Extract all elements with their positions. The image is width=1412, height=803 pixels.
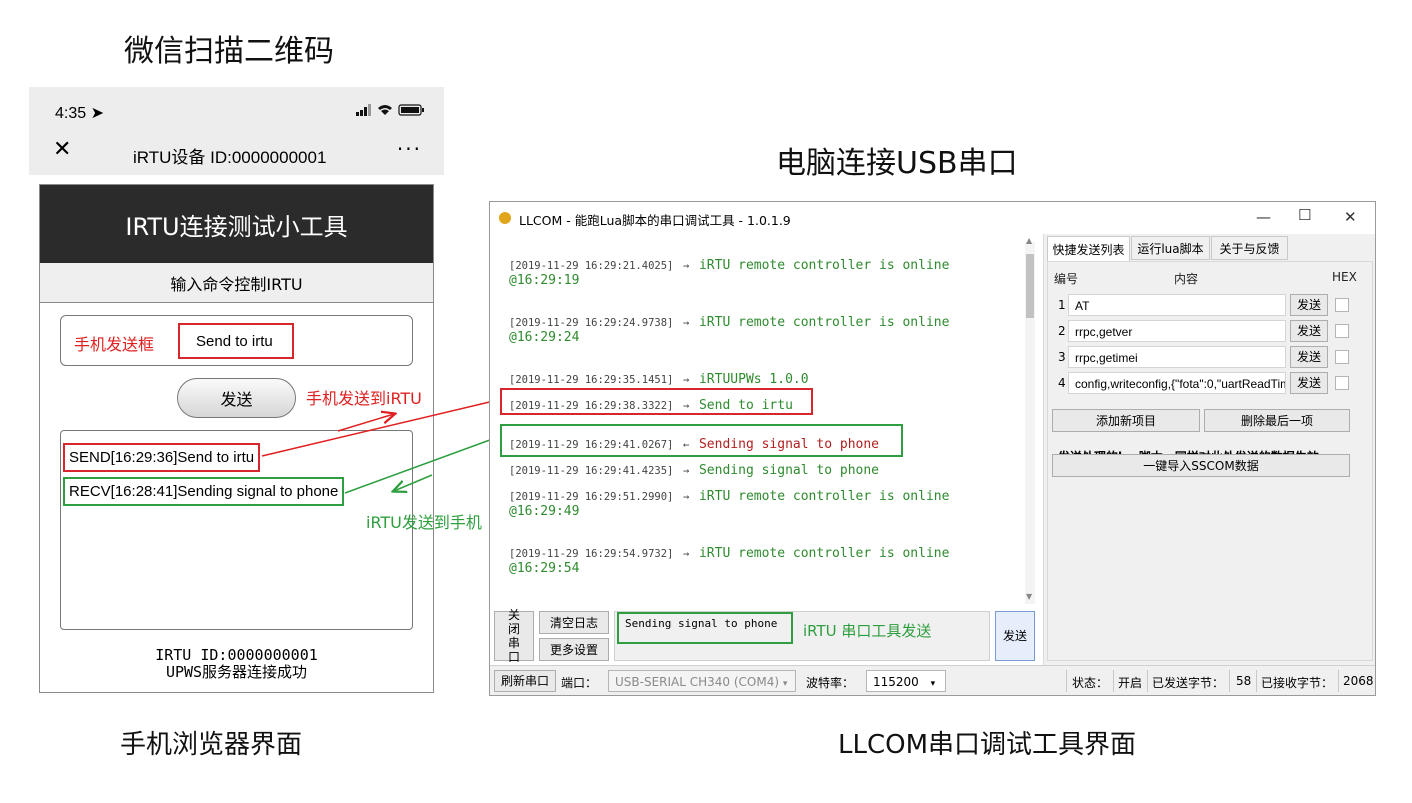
serial-log-line: [2019-11-29 16:29:21.4025] → iRTU remote… [509,254,949,288]
log-message: iRTU remote controller is online [698,489,950,504]
log-message: iRTU remote controller is online [698,315,950,330]
llcom-window: LLCOM - 能跑Lua脚本的串口调试工具 - 1.0.1.9 — ☐ ✕ [… [489,201,1376,696]
serial-log-area: [2019-11-29 16:29:21.4025] → iRTU remote… [493,238,1033,608]
tab-about[interactable]: 关于与反馈 [1211,236,1288,260]
send-data-value[interactable]: Sending signal to phone [617,612,793,644]
log-timestamp: [2019-11-29 16:29:35.1451] [509,374,674,386]
quick-send-number: 4 [1058,376,1066,390]
scrollbar-thumb[interactable] [1026,254,1034,318]
import-sscom-button[interactable]: 一键导入SSCOM数据 [1052,454,1350,477]
serial-log-line: [2019-11-29 16:29:24.9738] → iRTU remote… [509,311,949,345]
refresh-port-button[interactable]: 刷新串口 [494,670,556,692]
state-label: 状态： [1072,676,1109,690]
log-highlight-send [500,388,813,415]
serial-log-line: [2019-11-29 16:29:54.9732] → iRTU remote… [509,542,949,576]
log-timestamp: [2019-11-29 16:29:24.9738] [509,317,674,329]
log-message: iRTU remote controller is online [698,546,950,561]
log-direction-icon: → [683,374,690,386]
red-arrow-to-llcom [261,399,499,457]
green-arrow-to-label [394,474,433,491]
log-highlight-recv [500,424,903,457]
quick-send-button[interactable]: 发送 [1290,320,1328,342]
sent-value: 58 [1236,674,1252,688]
clear-log-button[interactable]: 清空日志 [539,611,609,634]
quick-send-button[interactable]: 发送 [1290,346,1328,368]
quick-send-value[interactable]: AT [1068,294,1286,316]
quick-send-row: 2 rrpc,getver 发送 [1048,320,1374,344]
scroll-down-icon[interactable]: ▼ [1026,592,1032,601]
col-num-header: 编号 [1054,272,1079,286]
serial-log-line: [2019-11-29 16:29:35.1451] → iRTUUPWs 1.… [509,368,809,387]
send-data-input[interactable]: Sending signal to phone iRTU 串口工具发送 [614,611,990,661]
quick-send-row: 4 config,writeconfig,{"fota":0,"uartReadT… [1048,372,1374,396]
quick-send-content: 编号 内容 HEX 1 AT 发送 2 rrpc,getver 发送 3 rrpc,getim… [1047,261,1373,661]
quick-send-button[interactable]: 发送 [1290,294,1328,316]
annotation-tool-send: iRTU 串口工具发送 [803,622,932,640]
log-scrollbar[interactable]: ▲ ▼ [1025,236,1035,604]
log-message: iRTUUPWs 1.0.0 [698,372,809,387]
log-message-continuation: @16:29:19 [509,273,580,288]
window-title: LLCOM - 能跑Lua脚本的串口调试工具 - 1.0.1.9 [519,213,791,228]
state-value: 开启 [1118,676,1143,690]
baud-label: 波特率： [806,676,855,690]
quick-send-button[interactable]: 发送 [1290,372,1328,394]
more-settings-button[interactable]: 更多设置 [539,638,609,661]
log-message: iRTU remote controller is online [698,258,950,273]
hex-checkbox[interactable] [1335,298,1349,312]
log-timestamp: [2019-11-29 16:29:41.4235] [509,465,674,477]
quick-send-number: 1 [1058,298,1066,312]
maximize-icon[interactable]: ☐ [1298,206,1311,224]
quick-send-value[interactable]: config,writeconfig,{"fota":0,"uartReadTi… [1068,372,1286,394]
hex-checkbox[interactable] [1335,376,1349,390]
log-message-continuation: @16:29:49 [509,504,580,519]
log-direction-icon: → [683,317,690,329]
log-message: Sending signal to phone [698,463,879,478]
log-message-continuation: @16:29:54 [509,561,580,576]
quick-send-value[interactable]: rrpc,getver [1068,320,1286,342]
chevron-down-icon: ▾ [930,679,936,689]
scroll-up-icon[interactable]: ▲ [1026,236,1032,245]
col-content-header: 内容 [1174,272,1199,286]
close-window-icon[interactable]: ✕ [1344,208,1357,226]
recv-value: 2068 [1343,674,1374,688]
chevron-down-icon: ▾ [782,679,788,689]
quick-send-row: 1 AT 发送 [1048,294,1374,318]
red-arrow-to-label [337,414,394,432]
log-direction-icon: → [683,260,690,272]
hex-checkbox[interactable] [1335,350,1349,364]
quick-send-number: 3 [1058,350,1066,364]
tab-quick-send[interactable]: 快捷发送列表 [1047,236,1130,262]
close-port-button[interactable]: 关闭串口 [494,608,534,664]
log-direction-icon: → [683,491,690,503]
col-hex-header: HEX [1332,270,1357,284]
log-message-continuation: @16:29:24 [509,330,580,345]
log-direction-icon: → [683,465,690,477]
llcom-logo-icon [499,212,511,224]
log-timestamp: [2019-11-29 16:29:51.2990] [509,491,674,503]
log-timestamp: [2019-11-29 16:29:54.9732] [509,548,674,560]
port-select[interactable]: USB-SERIAL CH340 (COM4) ▾ [608,670,796,692]
baud-select[interactable]: 115200 ▾ [866,670,946,692]
quick-send-row: 3 rrpc,getimei 发送 [1048,346,1374,370]
send-serial-button[interactable]: 发送 [995,611,1035,661]
recv-label: 已接收字节： [1261,676,1334,690]
green-arrow-to-phone [344,436,499,494]
window-titlebar: LLCOM - 能跑Lua脚本的串口调试工具 - 1.0.1.9 — ☐ ✕ [490,202,1375,234]
log-direction-icon: → [683,548,690,560]
port-label: 端口： [561,676,598,690]
serial-log-line: [2019-11-29 16:29:51.2990] → iRTU remote… [509,485,949,519]
add-item-button[interactable]: 添加新项目 [1052,409,1200,432]
quick-send-value[interactable]: rrpc,getimei [1068,346,1286,368]
minimize-icon[interactable]: — [1256,208,1271,226]
quick-send-panel: 快捷发送列表 运行lua脚本 关于与反馈 编号 内容 HEX 1 AT 发送 2 rrp… [1043,234,1375,665]
hex-checkbox[interactable] [1335,324,1349,338]
status-bar: 刷新串口 端口： USB-SERIAL CH340 (COM4) ▾ 波特率： … [490,665,1375,695]
tab-run-lua[interactable]: 运行lua脚本 [1131,236,1210,260]
sent-label: 已发送字节： [1152,676,1225,690]
serial-log-line: [2019-11-29 16:29:41.4235] → Sending sig… [509,459,879,478]
log-timestamp: [2019-11-29 16:29:21.4025] [509,260,674,272]
quick-send-number: 2 [1058,324,1066,338]
delete-last-button[interactable]: 删除最后一项 [1204,409,1350,432]
